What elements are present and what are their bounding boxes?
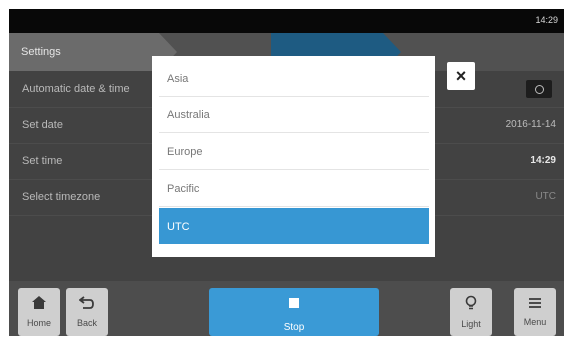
close-icon[interactable]: × — [447, 62, 475, 90]
timezone-option-australia[interactable]: Australia — [159, 96, 429, 133]
option-label: Asia — [167, 73, 189, 85]
stop-label: Stop — [283, 322, 305, 333]
device-screen: 14:29 Settings Automatic date & time Set… — [9, 9, 564, 336]
row-label: Select timezone — [22, 191, 101, 203]
lightbulb-icon — [450, 295, 492, 314]
timezone-dropdown: Asia Australia Europe Pacific UTC — [152, 56, 435, 257]
toggle-knob-icon — [535, 85, 544, 94]
menu-label: Menu — [523, 317, 547, 327]
timezone-option-asia[interactable]: Asia — [159, 60, 429, 97]
status-clock: 14:29 — [535, 15, 558, 25]
bottom-bar: Home Back Stop Light Menu — [9, 281, 564, 336]
option-label: Pacific — [167, 183, 200, 195]
automatic-date-time-toggle[interactable] — [526, 80, 552, 98]
stop-button[interactable]: Stop — [209, 288, 379, 336]
menu-button[interactable]: Menu — [514, 288, 556, 336]
timezone-option-utc[interactable]: UTC — [159, 208, 429, 244]
tab-settings-label: Settings — [21, 46, 61, 58]
light-label: Light — [461, 319, 481, 329]
set-time-value: 14:29 — [530, 155, 556, 166]
row-label: Set date — [22, 119, 63, 131]
home-button[interactable]: Home — [18, 288, 60, 336]
home-label: Home — [26, 318, 51, 328]
option-label: Europe — [167, 146, 203, 158]
back-icon — [66, 295, 108, 313]
stop-icon — [289, 298, 299, 308]
row-label: Set time — [22, 155, 63, 167]
option-label: Australia — [167, 109, 210, 121]
light-button[interactable]: Light — [450, 288, 492, 336]
timezone-value: UTC — [535, 191, 556, 202]
status-bar: 14:29 — [9, 9, 564, 33]
back-label: Back — [76, 318, 97, 328]
row-label: Automatic date & time — [22, 83, 130, 95]
timezone-option-europe[interactable]: Europe — [159, 133, 429, 170]
set-date-value: 2016-11-14 — [505, 119, 556, 130]
back-button[interactable]: Back — [66, 288, 108, 336]
menu-icon — [514, 295, 556, 312]
timezone-option-pacific[interactable]: Pacific — [159, 170, 429, 207]
option-label: UTC — [167, 221, 190, 233]
home-icon — [18, 295, 60, 313]
